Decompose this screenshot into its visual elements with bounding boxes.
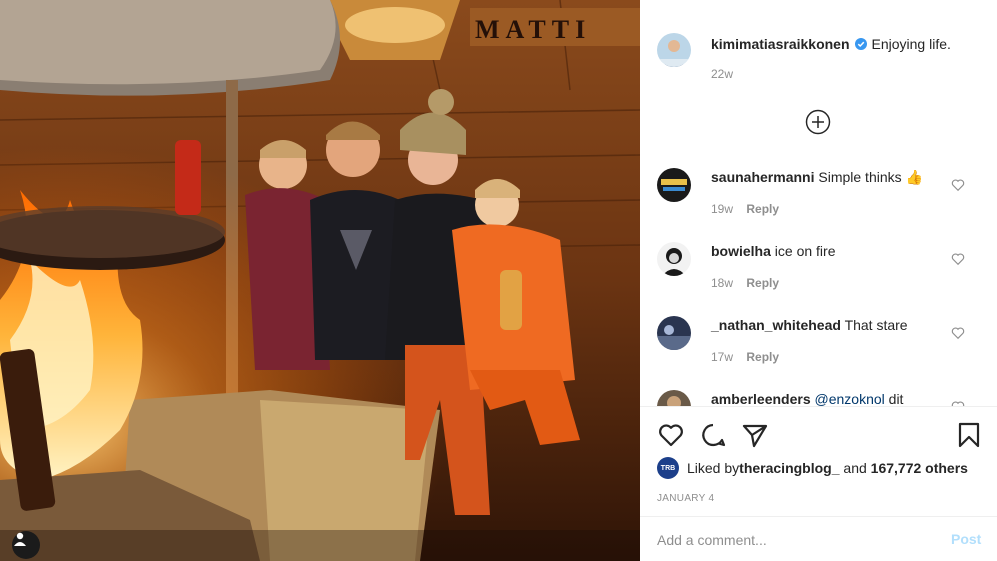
comment-body: That stare	[844, 317, 908, 333]
author-avatar-image	[657, 33, 691, 67]
comment-like-heart-icon[interactable]	[951, 178, 965, 192]
comment-list: saunahermanni Simple thinks 👍 19w Reply	[640, 150, 997, 406]
caption: kimimatiasraikkonen Enjoying life.	[711, 36, 951, 52]
reply-button[interactable]: Reply	[746, 202, 779, 216]
post-side-panel: kimimatiasraikkonen Enjoying life. 22w s…	[640, 0, 997, 561]
verified-badge-icon	[854, 38, 867, 50]
reply-button[interactable]: Reply	[746, 276, 779, 290]
commenter-username[interactable]: bowielha	[711, 243, 771, 259]
heart-icon[interactable]	[657, 421, 685, 449]
comment-like-heart-icon[interactable]	[951, 326, 965, 340]
commenter-avatar[interactable]	[657, 242, 691, 276]
comment-age[interactable]: 19w	[711, 202, 733, 216]
sign-text: MATTI	[475, 15, 591, 44]
commenter-avatar-image	[657, 390, 691, 406]
caption-age[interactable]: 22w	[711, 67, 733, 81]
user-icon	[14, 532, 26, 546]
post-photo[interactable]: MATTI	[0, 0, 640, 561]
comment-item: saunahermanni Simple thinks 👍 19w Reply	[640, 150, 997, 224]
comment-body: ice on fire	[774, 243, 836, 259]
user-tag-button[interactable]	[12, 531, 40, 559]
liker-username[interactable]: theracingblog_	[739, 460, 839, 476]
commenter-avatar-image	[657, 316, 691, 350]
comment-age[interactable]: 18w	[711, 276, 733, 290]
plus-circle-icon	[805, 109, 831, 135]
post-date[interactable]: JANUARY 4	[657, 493, 714, 504]
post-actions: TRB Liked by theracingblog_ and 167,772 …	[640, 406, 997, 516]
commenter-username[interactable]: amberleenders	[711, 391, 811, 406]
comment-body: Simple thinks 👍	[818, 169, 923, 185]
caption-text: Enjoying life.	[871, 36, 951, 52]
likes-prefix: Liked by	[687, 460, 740, 476]
photo-image: MATTI	[0, 0, 640, 561]
add-comment-input[interactable]	[657, 529, 927, 551]
likes-summary: TRB Liked by theracingblog_ and 167,772 …	[657, 457, 968, 479]
comment-meta: 19w Reply	[711, 202, 779, 216]
author-username[interactable]: kimimatiasraikkonen	[711, 36, 850, 52]
comment-meta: 18w Reply	[711, 276, 779, 290]
commenter-avatar[interactable]	[657, 390, 691, 406]
comment-item: bowielha ice on fire 18w Reply	[640, 224, 997, 298]
comment-text: amberleenders @enzoknol dit	[711, 391, 903, 406]
bookmark-icon[interactable]	[955, 421, 983, 449]
comment-mention[interactable]: @enzoknol	[815, 391, 885, 406]
commenter-username[interactable]: saunahermanni	[711, 169, 814, 185]
commenter-avatar-image	[657, 242, 691, 276]
commenter-avatar-image	[657, 168, 691, 202]
load-more-comments-button[interactable]	[805, 109, 831, 135]
likes-count[interactable]: 167,772 others	[871, 460, 968, 476]
commenter-username[interactable]: _nathan_whitehead	[711, 317, 841, 333]
caption-header: kimimatiasraikkonen Enjoying life. 22w	[640, 0, 997, 140]
post-comment-button[interactable]: Post	[951, 531, 981, 547]
comment-text: bowielha ice on fire	[711, 243, 836, 259]
comment-meta: 17w Reply	[711, 350, 779, 364]
comment-composer: Post	[640, 516, 997, 561]
share-icon[interactable]	[741, 421, 769, 449]
likes-middle: and	[839, 460, 871, 476]
comment-text: saunahermanni Simple thinks 👍	[711, 169, 923, 186]
liker-avatar[interactable]: TRB	[657, 457, 679, 479]
author-avatar[interactable]	[657, 33, 691, 67]
comment-icon[interactable]	[699, 421, 727, 449]
comment-item: _nathan_whitehead That stare 17w Reply	[640, 298, 997, 372]
commenter-avatar[interactable]	[657, 316, 691, 350]
reply-button[interactable]: Reply	[746, 350, 779, 364]
commenter-avatar[interactable]	[657, 168, 691, 202]
comment-text: _nathan_whitehead That stare	[711, 317, 908, 333]
comment-like-heart-icon[interactable]	[951, 252, 965, 266]
comment-age[interactable]: 17w	[711, 350, 733, 364]
comment-body: dit	[884, 391, 904, 406]
comment-item: amberleenders @enzoknol dit	[640, 372, 997, 406]
